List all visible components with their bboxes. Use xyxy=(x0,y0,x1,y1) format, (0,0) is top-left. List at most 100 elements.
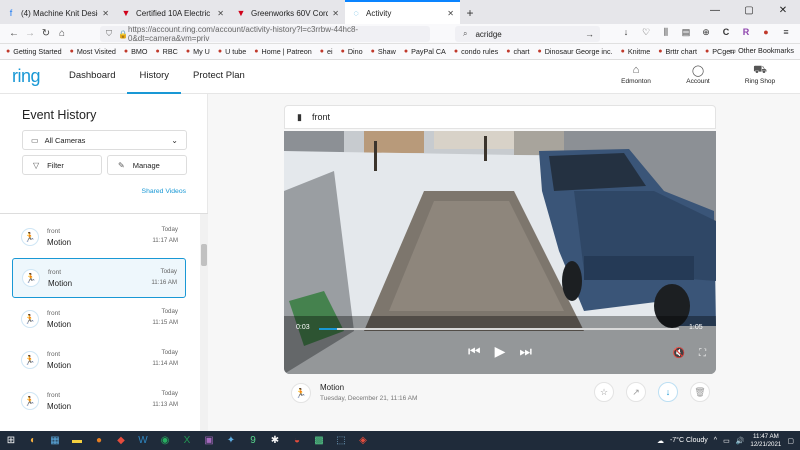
bookmark-item[interactable]: ● RBC xyxy=(155,47,177,56)
notifications-icon[interactable]: ▢ xyxy=(787,437,794,445)
close-window-icon[interactable]: ✕ xyxy=(766,0,800,22)
taskbar-app-icon[interactable]: ▣ xyxy=(198,431,220,450)
manage-button[interactable]: ✎ Manage xyxy=(107,155,187,175)
header-account[interactable]: ◯ Account xyxy=(676,64,720,85)
mute-icon[interactable]: 🔇 xyxy=(673,348,685,359)
maximize-icon[interactable]: ▢ xyxy=(732,0,766,22)
tray-chevron-icon[interactable]: ^ xyxy=(714,437,717,444)
back-arrow-icon[interactable]: ← xyxy=(6,28,22,39)
bookmark-item[interactable]: ● condo rules xyxy=(454,47,498,56)
share-icon[interactable]: ↗ xyxy=(626,382,646,402)
bookmark-item[interactable]: ● ei xyxy=(320,47,333,56)
ring-logo[interactable]: ring xyxy=(12,66,41,87)
close-tab-icon[interactable]: ✕ xyxy=(217,9,224,18)
event-list-scrollbar[interactable] xyxy=(200,214,208,431)
fullscreen-icon[interactable]: ⛶ xyxy=(699,348,706,359)
chrome-icon[interactable]: ◉ xyxy=(154,431,176,450)
home-page-icon[interactable]: ⌂ xyxy=(54,28,70,39)
search-input[interactable]: ⌕ acridge → xyxy=(455,26,600,42)
taskbar-app-icon[interactable]: ◆ xyxy=(110,431,132,450)
taskbar-app-icon[interactable]: ▦ xyxy=(44,431,66,450)
bookmark-item[interactable]: ● PayPal CA xyxy=(404,47,446,56)
taskbar-app-icon[interactable]: ✦ xyxy=(220,431,242,450)
pocket-icon[interactable]: ♡ xyxy=(640,27,652,38)
extension-r-icon[interactable]: R xyxy=(740,27,752,38)
close-tab-icon[interactable]: ✕ xyxy=(332,9,339,18)
taskbar-app-icon[interactable]: ✱ xyxy=(264,431,286,450)
file-explorer-icon[interactable]: ▬ xyxy=(66,431,88,450)
weather-text[interactable]: -7°C Cloudy xyxy=(670,437,708,444)
network-icon[interactable]: ▭ xyxy=(723,437,730,445)
url-bar[interactable]: ⛉ 🔒 https://account.ring.com/account/act… xyxy=(100,25,430,43)
screenshot-icon[interactable]: ⊕ xyxy=(700,27,712,38)
clock[interactable]: 11:47 AM 12/21/2021 xyxy=(750,433,781,449)
video-progress-bar[interactable] xyxy=(319,328,679,330)
camera-select[interactable]: ▭ All Cameras ⌄ xyxy=(22,130,187,150)
weather-icon[interactable]: ☁ xyxy=(657,437,664,445)
download-icon[interactable]: ↓ xyxy=(620,27,632,38)
event-list-item[interactable]: 🏃 front Motion Today 11:14 AM xyxy=(12,340,186,380)
event-list-item[interactable]: 🏃 front Motion Today 11:13 AM xyxy=(12,381,186,421)
taskbar-app-icon[interactable]: ▩ xyxy=(308,431,330,450)
search-go-icon[interactable]: → xyxy=(585,29,594,39)
event-type: Motion xyxy=(48,278,73,288)
browser-tab[interactable]: ▼ Greenworks 60V Cordless Snow...✕ xyxy=(230,2,345,24)
browser-tab[interactable]: f (4) Machine Knit Designaknit D... ✕ xyxy=(0,2,115,24)
bookmark-item[interactable]: ● Home | Patreon xyxy=(254,47,311,56)
bookmark-item[interactable]: ● Dinosaur George inc. xyxy=(537,47,612,56)
taskbar-app-icon[interactable]: ◐ xyxy=(22,431,44,450)
bookmark-item[interactable]: ● BMO xyxy=(124,47,148,56)
skip-forward-icon[interactable]: ⏭ xyxy=(519,343,532,360)
sidebar-icon[interactable]: ▤ xyxy=(680,27,692,38)
firefox-icon[interactable]: ● xyxy=(88,431,110,450)
windows-start-icon[interactable]: ⊞ xyxy=(0,431,22,450)
close-tab-icon[interactable]: ✕ xyxy=(447,9,454,18)
new-tab-button[interactable]: + xyxy=(460,2,480,24)
word-icon[interactable]: W xyxy=(132,431,154,450)
bookmark-item[interactable]: ● Getting Started xyxy=(6,47,62,56)
taskbar-app-icon[interactable]: ◈ xyxy=(352,431,374,450)
tab-label: Greenworks 60V Cordless Snow... xyxy=(251,8,329,18)
bookmark-item[interactable]: ● U tube xyxy=(218,47,246,56)
filter-button[interactable]: ▽ Filter xyxy=(22,155,102,175)
browser-tab[interactable]: ▼ Certified 10A Electric Snow Sh... ✕ xyxy=(115,2,230,24)
extension-o-icon[interactable]: ● xyxy=(760,27,772,38)
other-bookmarks[interactable]: ▭ Other Bookmarks xyxy=(729,46,794,55)
taskbar-app-icon[interactable]: 9 xyxy=(242,431,264,450)
skip-back-icon[interactable]: ⏮ xyxy=(468,343,481,360)
taskbar-app-icon[interactable]: ◒ xyxy=(286,431,308,450)
bookmark-item[interactable]: ● Brttr chart xyxy=(658,47,697,56)
bookmark-item[interactable]: ● Shaw xyxy=(371,47,396,56)
browser-tab[interactable]: ◌ Activity ✕ xyxy=(345,0,460,24)
header-ring-shop[interactable]: ⛟ Ring Shop xyxy=(738,64,782,85)
shared-videos-link[interactable]: Shared Videos xyxy=(142,188,186,195)
extension-c-icon[interactable]: C xyxy=(720,27,732,38)
menu-icon[interactable]: ≡ xyxy=(780,27,792,38)
video-player[interactable]: 0:03 1:05 ⏮ ▶ ⏭ 🔇 ⛶ xyxy=(284,131,716,374)
bookmark-item[interactable]: ● My U xyxy=(186,47,210,56)
play-icon[interactable]: ▶ xyxy=(495,343,506,360)
download-video-icon[interactable]: ↓ xyxy=(658,382,678,402)
minimize-icon[interactable]: — xyxy=(698,0,732,22)
library-icon[interactable]: ⫼ xyxy=(660,27,672,38)
excel-icon[interactable]: X xyxy=(176,431,198,450)
volume-icon[interactable]: 🔊 xyxy=(736,437,745,445)
nav-protect-plan[interactable]: Protect Plan xyxy=(181,60,257,94)
close-tab-icon[interactable]: ✕ xyxy=(102,9,109,18)
event-list-item[interactable]: 🏃 front Motion Today 11:15 AM xyxy=(12,299,186,339)
bookmark-item[interactable]: ● Knitme xyxy=(621,47,651,56)
delete-trash-icon[interactable]: 🗑 xyxy=(690,382,710,402)
forward-arrow-icon[interactable]: → xyxy=(22,28,38,39)
bookmark-item[interactable]: ● chart xyxy=(506,47,529,56)
taskbar-app-icon[interactable]: ⬚ xyxy=(330,431,352,450)
scrollbar-thumb[interactable] xyxy=(201,244,207,266)
event-list-item[interactable]: 🏃 front Motion Today 11:17 AM xyxy=(12,217,186,257)
bookmark-item[interactable]: ● Most Visited xyxy=(70,47,116,56)
nav-history[interactable]: History xyxy=(127,60,182,94)
header-edmonton[interactable]: ⌂ Edmonton xyxy=(614,64,658,85)
event-list-item[interactable]: 🏃 front Motion Today 11:16 AM xyxy=(12,258,186,298)
nav-dashboard[interactable]: Dashboard xyxy=(57,60,127,94)
reload-icon[interactable]: ↻ xyxy=(38,28,54,39)
favorite-star-icon[interactable]: ☆ xyxy=(594,382,614,402)
bookmark-item[interactable]: ● Dino xyxy=(341,47,363,56)
